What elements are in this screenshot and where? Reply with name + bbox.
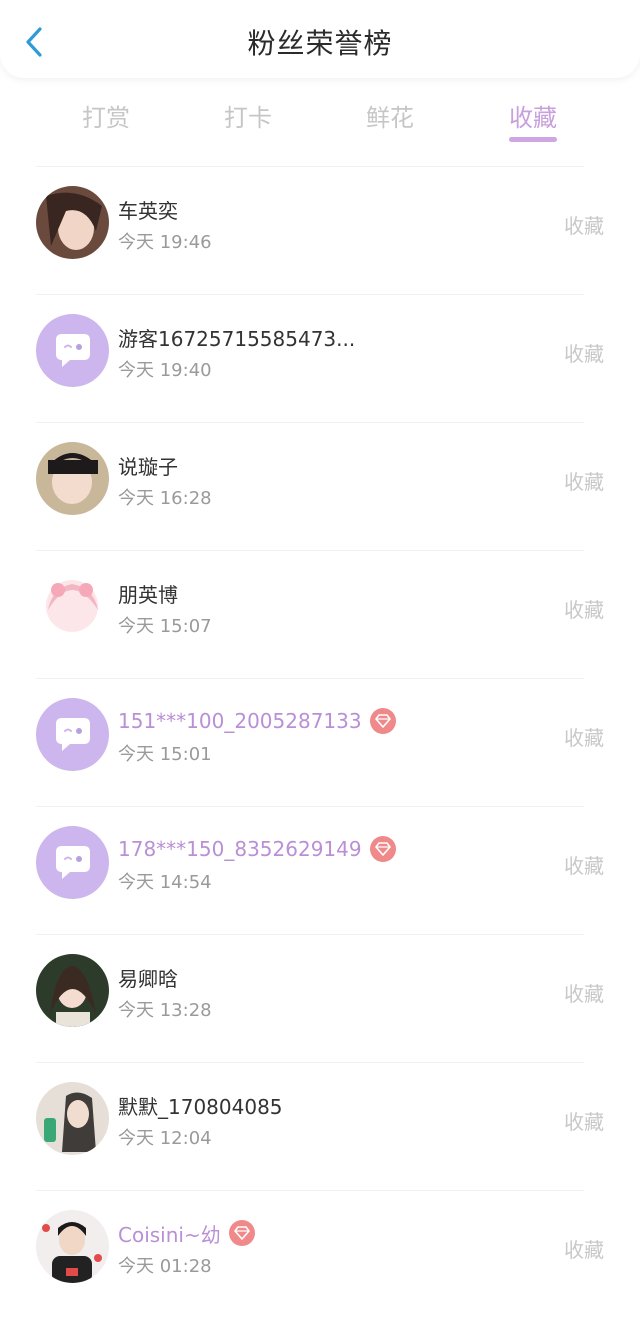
fan-name-line: Coisini~幼: [118, 1220, 255, 1247]
fan-name-line: 车英奕: [118, 196, 178, 223]
tab-flowers[interactable]: 鲜花: [340, 98, 440, 133]
fan-row[interactable]: 178***150_8352629149 今天 14:54 收藏: [0, 806, 640, 934]
fan-row[interactable]: 151***100_2005287133 今天 15:01 收藏: [0, 678, 640, 806]
photo-woman-drink-avatar[interactable]: [36, 1082, 109, 1155]
default-chat-avatar[interactable]: [36, 698, 109, 771]
fan-action-label: 收藏: [564, 342, 604, 366]
active-tab-indicator: [509, 137, 557, 142]
top-bar: 粉丝荣誉榜: [0, 0, 640, 78]
fan-row[interactable]: 易卿晗今天 13:28 收藏: [0, 934, 640, 1062]
fan-action-label: 收藏: [564, 1238, 604, 1262]
fan-row[interactable]: 游客16725715585473... 今天 19:40 收藏: [0, 294, 640, 422]
fan-name: 朋英博: [118, 582, 178, 607]
fan-row[interactable]: 车英奕今天 19:46 收藏: [0, 166, 640, 294]
fan-name: 游客16725715585473...: [118, 326, 356, 351]
fan-time: 今天 12:04: [118, 1128, 212, 1149]
photo-child-avatar[interactable]: [36, 442, 109, 515]
vip-diamond-icon: [369, 836, 396, 862]
fan-action-label: 收藏: [564, 726, 604, 750]
fan-action-label: 收藏: [564, 982, 604, 1006]
fan-name-line: 说璇子: [118, 452, 178, 479]
fan-action-label: 收藏: [564, 854, 604, 878]
tab-favorites[interactable]: 收藏: [483, 98, 583, 133]
fan-time: 今天 19:40: [118, 360, 212, 381]
fan-time: 今天 15:07: [118, 616, 212, 637]
fan-name-line: 默默_170804085: [118, 1092, 283, 1119]
fan-time: 今天 16:28: [118, 488, 212, 509]
fan-name-line: 朋英博: [118, 580, 178, 607]
vip-diamond-icon: [228, 1220, 255, 1246]
fan-action-label: 收藏: [564, 470, 604, 494]
fan-time: 今天 19:46: [118, 232, 212, 253]
fan-name: 178***150_8352629149: [118, 837, 362, 861]
fan-list: 车英奕 今天 19:46 收藏 游客16725715585473... 今天 19:40…: [0, 166, 640, 1318]
fan-action-label: 收藏: [564, 1110, 604, 1134]
photo-girl-avatar[interactable]: [36, 186, 109, 259]
fan-time: 今天 13:28: [118, 1000, 212, 1021]
tab-bar: 打赏 打卡 鲜花 收藏: [0, 90, 640, 150]
fan-row[interactable]: 默默_170804085 今天 12:04 收藏: [0, 1062, 640, 1190]
photo-boy-hearts-avatar[interactable]: [36, 1210, 109, 1283]
fan-name-line: 游客16725715585473...: [118, 324, 356, 351]
fan-name-line: 151***100_2005287133: [118, 708, 396, 734]
default-chat-avatar[interactable]: [36, 314, 109, 387]
fan-action-label: 收藏: [564, 214, 604, 238]
fan-time: 今天 01:28: [118, 1256, 212, 1277]
fan-row[interactable]: Coisini~幼今天 01:28 收藏: [0, 1190, 640, 1318]
fan-name-line: 易卿晗: [118, 964, 178, 991]
tab-checkin[interactable]: 打卡: [198, 98, 298, 133]
page-title: 粉丝荣誉榜: [247, 27, 393, 60]
fan-name: 默默_170804085: [118, 1094, 283, 1119]
anime-girl-avatar[interactable]: [36, 570, 109, 643]
fan-time: 今天 14:54: [118, 872, 212, 893]
fan-name: 车英奕: [118, 198, 178, 223]
fan-row[interactable]: 朋英博今天 15:07 收藏: [0, 550, 640, 678]
default-chat-avatar[interactable]: [36, 826, 109, 899]
fan-name: Coisini~幼: [118, 1222, 221, 1247]
fan-name-line: 178***150_8352629149: [118, 836, 396, 862]
fan-row[interactable]: 说璇子今天 16:28 收藏: [0, 422, 640, 550]
fan-time: 今天 15:01: [118, 744, 212, 765]
fan-name: 易卿晗: [118, 966, 178, 991]
tab-reward[interactable]: 打赏: [56, 98, 156, 133]
fan-name: 说璇子: [118, 454, 178, 479]
vip-diamond-icon: [369, 708, 396, 734]
fan-action-label: 收藏: [564, 598, 604, 622]
fan-name: 151***100_2005287133: [118, 709, 362, 733]
photo-woman-avatar[interactable]: [36, 954, 109, 1027]
